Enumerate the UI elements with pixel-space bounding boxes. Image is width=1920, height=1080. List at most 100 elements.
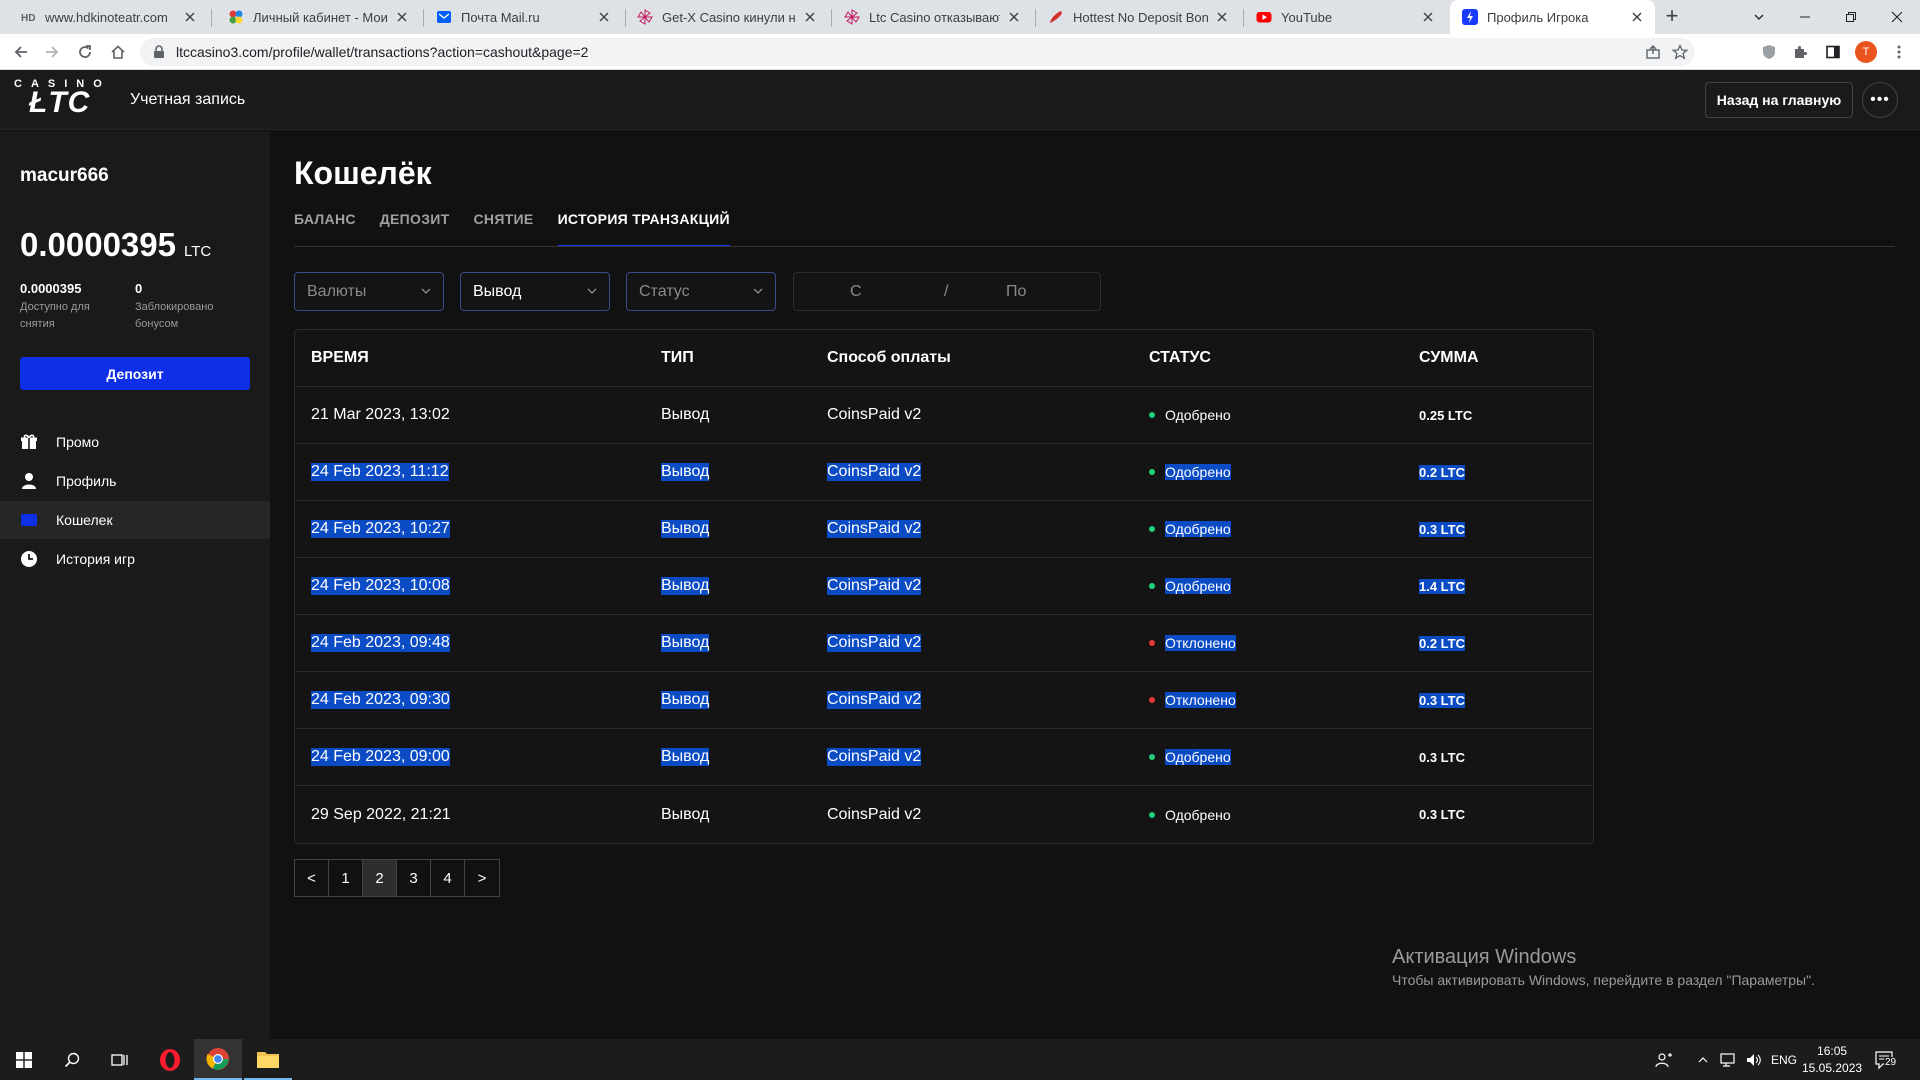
casino-logo[interactable]: CASINO ŁTC	[14, 78, 114, 124]
browser-tab[interactable]: Почта Mail.ru	[424, 0, 622, 34]
page-2-button[interactable]: 2	[363, 860, 397, 896]
tab-withdrawal[interactable]: СНЯТИЕ	[474, 210, 534, 247]
amount-text: 0.2 LTC	[1419, 635, 1465, 651]
search-icon[interactable]	[48, 1039, 96, 1080]
amount-text: 0.3 LTC	[1419, 807, 1465, 822]
back-to-main-button[interactable]: Назад на главную	[1705, 82, 1853, 118]
language-indicator[interactable]: ENG	[1771, 1039, 1797, 1080]
volume-icon[interactable]	[1745, 1039, 1763, 1080]
browser-tab[interactable]: YouTube	[1244, 0, 1446, 34]
table-row[interactable]: 29 Sep 2022, 21:21 Вывод CoinsPaid v2 Одобр…	[295, 786, 1593, 843]
page-4-button[interactable]: 4	[431, 860, 465, 896]
date-to-field[interactable]: По	[1006, 283, 1026, 301]
next-page-button[interactable]: >	[465, 860, 499, 896]
side-panel-icon[interactable]	[1821, 40, 1845, 64]
page-1-button[interactable]: 1	[329, 860, 363, 896]
file-explorer-icon[interactable]	[244, 1039, 292, 1080]
page-3-button[interactable]: 3	[397, 860, 431, 896]
close-window-icon[interactable]	[1874, 0, 1920, 34]
windows-start-icon[interactable]	[0, 1039, 48, 1080]
column-header-time[interactable]: ВРЕМЯ	[311, 330, 369, 386]
amount-cell: 1.4 LTC	[1419, 558, 1465, 614]
home-icon[interactable]	[106, 40, 130, 64]
method-cell: CoinsPaid v2	[827, 558, 922, 614]
shield-extension-icon[interactable]	[1757, 40, 1781, 64]
deposit-button[interactable]: Депозит	[20, 357, 250, 390]
close-tab-icon[interactable]	[1006, 9, 1022, 25]
more-options-button[interactable]: •••	[1862, 82, 1898, 118]
method-cell: CoinsPaid v2	[827, 615, 922, 671]
notification-center-icon[interactable]: 29	[1874, 1039, 1898, 1080]
tab-balance[interactable]: БАЛАНС	[294, 210, 356, 247]
table-row[interactable]: 24 Feb 2023, 10:08 Вывод CoinsPaid v2 Одобр…	[295, 558, 1593, 615]
tab-deposit[interactable]: ДЕПОЗИТ	[380, 210, 450, 247]
sidebar-item-promo[interactable]: Промо	[0, 423, 270, 461]
table-row[interactable]: 21 Mar 2023, 13:02 Вывод CoinsPaid v2 Одобр…	[295, 387, 1593, 444]
time-cell: 21 Mar 2023, 13:02	[311, 387, 450, 443]
column-header-status[interactable]: СТАТУС	[1149, 330, 1211, 386]
type-select[interactable]: Вывод	[460, 272, 610, 311]
tab-transaction-history[interactable]: ИСТОРИЯ ТРАНЗАКЦИЙ	[557, 210, 730, 247]
minimize-icon[interactable]	[1782, 0, 1828, 34]
column-header-method[interactable]: Способ оплаты	[827, 330, 951, 386]
header-title: Учетная запись	[130, 91, 246, 108]
method-text: CoinsPaid v2	[827, 577, 922, 595]
browser-tab[interactable]: Личный кабинет - Мои о	[216, 0, 420, 34]
date-range-picker[interactable]: С / По	[793, 272, 1101, 311]
close-tab-icon[interactable]	[1420, 9, 1436, 25]
status-badge: Одобрено	[1165, 578, 1231, 594]
chevron-up-icon[interactable]	[1697, 1039, 1709, 1080]
lock-icon[interactable]	[153, 45, 165, 59]
close-tab-icon[interactable]	[182, 9, 198, 25]
browser-tab[interactable]: Ltc Casino отказывают в о	[832, 0, 1032, 34]
reload-icon[interactable]	[73, 40, 97, 64]
url-text[interactable]: ltccasino3.com/profile/wallet/transactio…	[176, 44, 588, 60]
back-arrow-icon[interactable]	[9, 40, 33, 64]
tab-search-icon[interactable]	[1736, 0, 1782, 34]
taskbar-clock[interactable]: 16:05 15.05.2023	[1802, 1043, 1862, 1077]
table-row[interactable]: 24 Feb 2023, 11:12 Вывод CoinsPaid v2 Одобр…	[295, 444, 1593, 501]
close-tab-icon[interactable]	[1214, 9, 1230, 25]
type-cell: Вывод	[661, 558, 710, 614]
opera-browser-icon[interactable]	[146, 1039, 194, 1080]
people-icon[interactable]	[1655, 1039, 1673, 1080]
table-row[interactable]: 24 Feb 2023, 10:27 Вывод CoinsPaid v2 Одобр…	[295, 501, 1593, 558]
address-bar[interactable]: ltccasino3.com/profile/wallet/transactio…	[140, 38, 1695, 66]
table-row[interactable]: 24 Feb 2023, 09:48 Вывод CoinsPaid v2 Откло…	[295, 615, 1593, 672]
sidebar-item-game-history[interactable]: История игр	[0, 540, 270, 578]
share-icon[interactable]	[1643, 42, 1663, 62]
sidebar-item-profile[interactable]: Профиль	[0, 462, 270, 500]
extensions-puzzle-icon[interactable]	[1788, 40, 1812, 64]
restore-icon[interactable]	[1828, 0, 1874, 34]
table-row[interactable]: 24 Feb 2023, 09:00 Вывод CoinsPaid v2 Одобр…	[295, 729, 1593, 786]
date-from-field[interactable]: С	[850, 283, 862, 301]
page-title: Кошелёк	[294, 155, 432, 191]
table-row[interactable]: 24 Feb 2023, 09:30 Вывод CoinsPaid v2 Откло…	[295, 672, 1593, 729]
chrome-browser-icon[interactable]	[194, 1039, 242, 1080]
amount-cell: 0.25 LTC	[1419, 387, 1472, 443]
sidebar-item-wallet[interactable]: Кошелек	[0, 501, 270, 539]
profile-avatar[interactable]: T	[1855, 41, 1877, 63]
chevron-down-icon	[752, 285, 764, 297]
browser-tab[interactable]: Hottest No Deposit Bonus	[1036, 0, 1240, 34]
status-select[interactable]: Статус	[626, 272, 776, 311]
browser-tab[interactable]: Профиль Игрока	[1450, 0, 1655, 34]
prev-page-button[interactable]: <	[295, 860, 329, 896]
column-header-amount[interactable]: СУММА	[1419, 330, 1479, 386]
close-tab-icon[interactable]	[1629, 9, 1645, 25]
task-view-icon[interactable]	[96, 1039, 144, 1080]
tab-title: Профиль Игрока	[1487, 9, 1589, 25]
close-tab-icon[interactable]	[394, 9, 410, 25]
network-icon[interactable]	[1718, 1039, 1736, 1080]
close-tab-icon[interactable]	[802, 9, 818, 25]
browser-tab[interactable]: Get-X Casino кинули на к	[625, 0, 828, 34]
bookmark-star-icon[interactable]	[1670, 42, 1690, 62]
browser-menu-icon[interactable]	[1887, 40, 1911, 64]
time-cell: 24 Feb 2023, 11:12	[311, 444, 449, 500]
close-tab-icon[interactable]	[596, 9, 612, 25]
currency-select[interactable]: Валюты	[294, 272, 444, 311]
new-tab-button[interactable]: +	[1660, 5, 1684, 29]
browser-tab[interactable]: HD www.hdkinoteatr.com	[8, 0, 208, 34]
forward-arrow-icon[interactable]	[40, 40, 64, 64]
column-header-type[interactable]: ТИП	[661, 330, 694, 386]
